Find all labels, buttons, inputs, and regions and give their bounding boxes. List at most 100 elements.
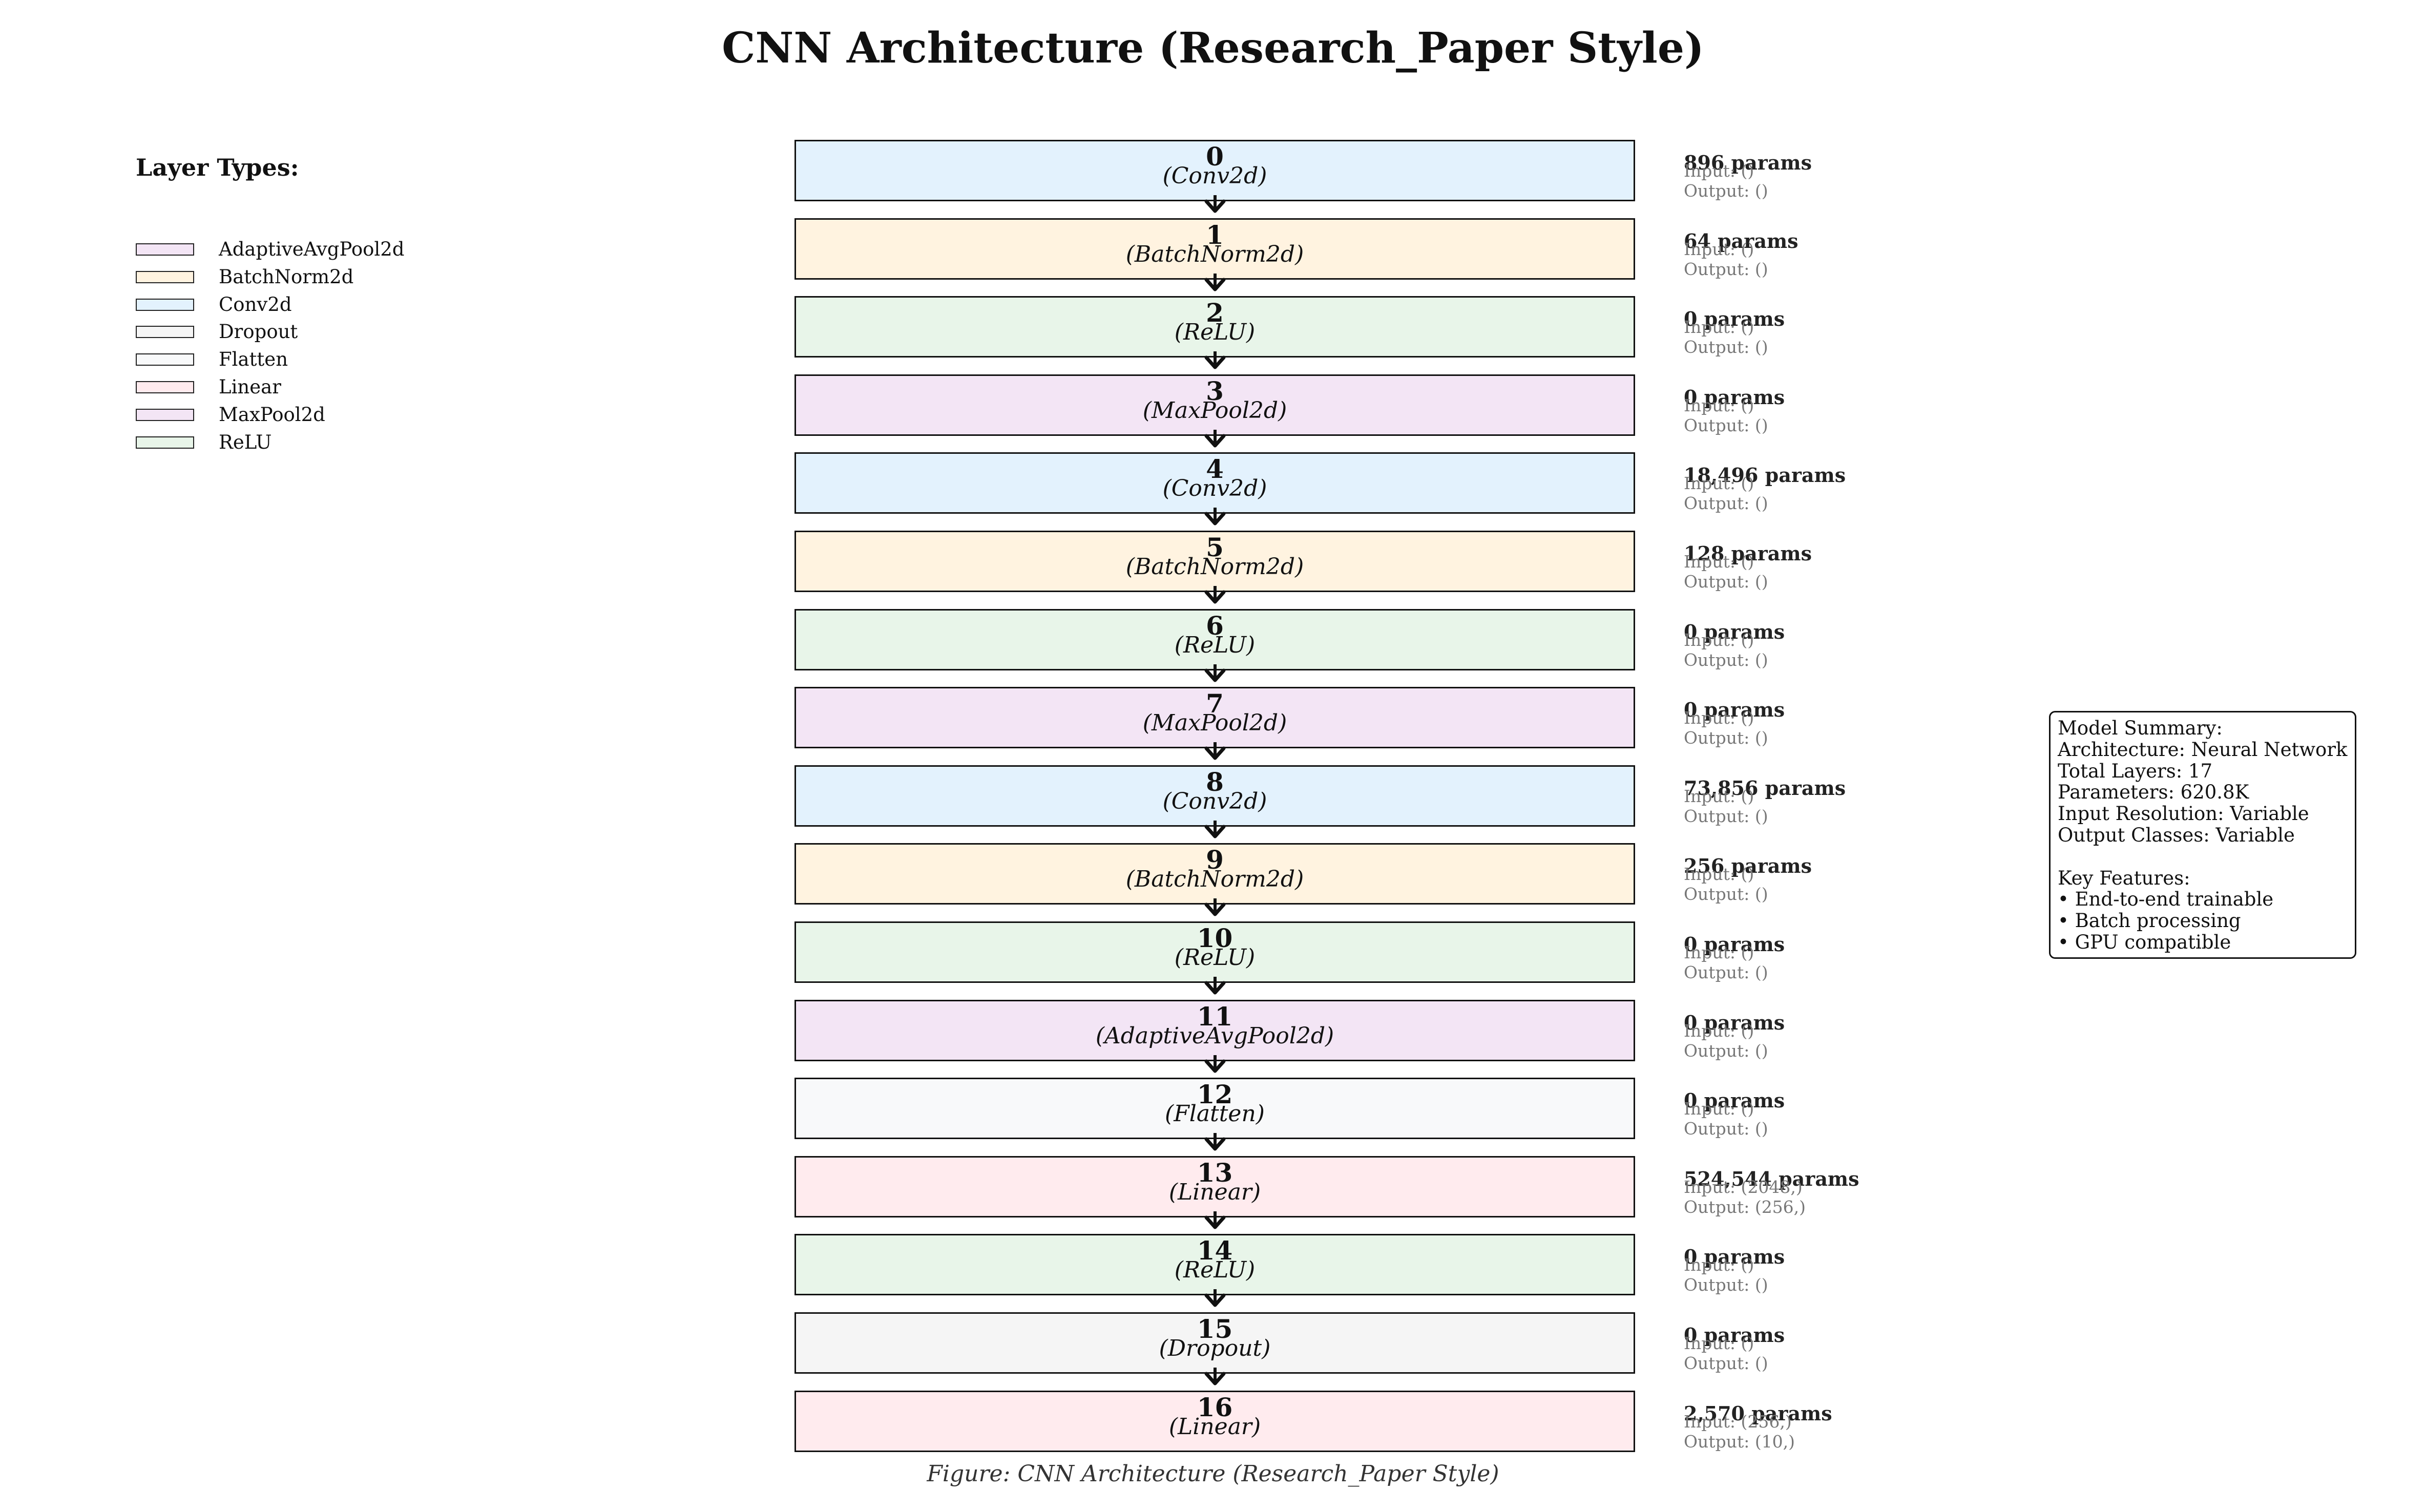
layer-input-shape: Input: () <box>1684 708 1754 728</box>
layer-info: 0 params Input: () Output: () <box>1684 622 2042 684</box>
layer-output-shape: Output: () <box>1684 572 1768 592</box>
layer-type: (AdaptiveAvgPool2d) <box>1095 1022 1334 1049</box>
layer-output-shape: Output: () <box>1684 259 1768 279</box>
layer-output-shape: Output: () <box>1684 1040 1768 1061</box>
legend-swatch <box>136 243 194 256</box>
layer-info: 0 params Input: () Output: () <box>1684 1091 2042 1152</box>
layer-info: 896 params Input: () Output: () <box>1684 153 2042 215</box>
flow-arrow <box>1204 1211 1226 1229</box>
layer-info: 18,496 params Input: () Output: () <box>1684 466 2042 527</box>
summary-line: Output Classes: Variable <box>2058 824 2295 846</box>
layer-output-shape: Output: () <box>1684 1119 1768 1139</box>
layer-output-shape: Output: (10,) <box>1684 1431 1795 1452</box>
layer-box: 6 (ReLU) <box>794 608 1635 670</box>
layer-output-shape: Output: () <box>1684 493 1768 514</box>
layer-type: (Flatten) <box>1165 1101 1265 1127</box>
flow-arrow <box>1204 586 1226 604</box>
flow-arrow <box>1204 1368 1226 1385</box>
legend-swatch <box>136 408 194 421</box>
flow-arrow <box>1204 1055 1226 1073</box>
layer-output-shape: Output: () <box>1684 649 1768 670</box>
layer-type: (ReLU) <box>1174 632 1256 658</box>
legend-label: AdaptiveAvgPool2d <box>219 238 405 260</box>
summary-line: Parameters: 620.8K <box>2058 781 2249 804</box>
flow-arrow <box>1204 898 1226 916</box>
layer-info: 0 params Input: () Output: () <box>1684 309 2042 371</box>
layer-info: 0 params Input: () Output: () <box>1684 387 2042 449</box>
layer-info: 524,544 params Input: (2048,) Output: (256… <box>1684 1169 2042 1231</box>
layer-info: 2,570 params Input: (256,) Output: (10,) <box>1684 1403 2042 1465</box>
layer-input-shape: Input: () <box>1684 161 1754 181</box>
legend-title: Layer Types: <box>136 154 299 181</box>
layer-type: (ReLU) <box>1174 319 1256 346</box>
legend-swatch <box>136 270 194 283</box>
flow-arrow <box>1204 195 1226 213</box>
layer-type: (Conv2d) <box>1162 788 1267 814</box>
layer-type: (ReLU) <box>1174 1257 1256 1284</box>
summary-line: Architecture: Neural Network <box>2058 738 2348 761</box>
layer-info: 64 params Input: () Output: () <box>1684 231 2042 293</box>
layer-input-shape: Input: () <box>1684 473 1754 494</box>
layer-box: 0 (Conv2d) <box>794 140 1635 201</box>
layer-output-shape: Output: () <box>1684 806 1768 826</box>
legend-label: BatchNorm2d <box>219 265 354 288</box>
layer-output-shape: Output: () <box>1684 415 1768 435</box>
flow-arrow <box>1204 664 1226 682</box>
summary-line: Input Resolution: Variable <box>2058 803 2309 825</box>
legend-swatch <box>136 436 194 449</box>
flow-arrow <box>1204 1289 1226 1307</box>
layer-type: (BatchNorm2d) <box>1125 554 1304 580</box>
layer-input-shape: Input: () <box>1684 239 1754 259</box>
layer-output-shape: Output: () <box>1684 962 1768 982</box>
layer-info: 0 params Input: () Output: () <box>1684 1326 2042 1387</box>
layer-input-shape: Input: () <box>1684 864 1754 885</box>
layer-box: 3 (MaxPool2d) <box>794 374 1635 436</box>
model-summary-box: Model Summary: Architecture: Neural Netwo… <box>2049 711 2356 959</box>
layer-info: 256 params Input: () Output: () <box>1684 856 2042 918</box>
summary-line: • End-to-end trainable <box>2058 888 2274 911</box>
legend-swatch <box>136 381 194 393</box>
summary-line: Total Layers: 17 <box>2058 760 2213 782</box>
layer-type: (BatchNorm2d) <box>1125 866 1304 893</box>
summary-line: Key Features: <box>2058 867 2190 889</box>
layer-input-shape: Input: () <box>1684 942 1754 962</box>
layer-box: 9 (BatchNorm2d) <box>794 843 1635 905</box>
layer-type: (BatchNorm2d) <box>1125 241 1304 267</box>
legend-swatch <box>136 298 194 311</box>
layer-box: 4 (Conv2d) <box>794 452 1635 514</box>
layer-input-shape: Input: () <box>1684 317 1754 338</box>
legend-swatch <box>136 326 194 339</box>
layer-info: 0 params Input: () Output: () <box>1684 1247 2042 1309</box>
diagram-title: CNN Architecture (Research_Paper Style) <box>722 24 1704 73</box>
layer-type: (Conv2d) <box>1162 475 1267 502</box>
legend-swatch <box>136 353 194 366</box>
layer-output-shape: Output: () <box>1684 337 1768 358</box>
layer-box: 11 (AdaptiveAvgPool2d) <box>794 999 1635 1061</box>
legend-label: ReLU <box>219 431 272 453</box>
summary-line: Model Summary: <box>2058 717 2223 739</box>
layer-output-shape: Output: () <box>1684 884 1768 905</box>
layer-output-shape: Output: () <box>1684 728 1768 748</box>
layer-output-shape: Output: (256,) <box>1684 1196 1806 1217</box>
layer-type: (Linear) <box>1168 1179 1261 1205</box>
layer-info: 0 params Input: () Output: () <box>1684 700 2042 762</box>
layer-box: 12 (Flatten) <box>794 1078 1635 1140</box>
layer-input-shape: Input: () <box>1684 1020 1754 1041</box>
flow-arrow <box>1204 351 1226 369</box>
summary-line: • Batch processing <box>2058 910 2241 932</box>
layer-info: 128 params Input: () Output: () <box>1684 544 2042 605</box>
layer-info: 73,856 params Input: () Output: () <box>1684 778 2042 840</box>
layer-box: 13 (Linear) <box>794 1156 1635 1217</box>
layer-output-shape: Output: () <box>1684 1275 1768 1295</box>
layer-type: (MaxPool2d) <box>1142 397 1287 424</box>
legend-label: Linear <box>219 376 281 398</box>
layer-box: 5 (BatchNorm2d) <box>794 531 1635 592</box>
flow-arrow <box>1204 977 1226 995</box>
layer-type: (ReLU) <box>1174 944 1256 971</box>
layer-input-shape: Input: (256,) <box>1684 1411 1792 1432</box>
layer-input-shape: Input: () <box>1684 1255 1754 1275</box>
legend-label: Flatten <box>219 348 288 371</box>
layer-box: 14 (ReLU) <box>794 1234 1635 1296</box>
layer-info: 0 params Input: () Output: () <box>1684 1013 2042 1075</box>
flow-arrow <box>1204 273 1226 291</box>
